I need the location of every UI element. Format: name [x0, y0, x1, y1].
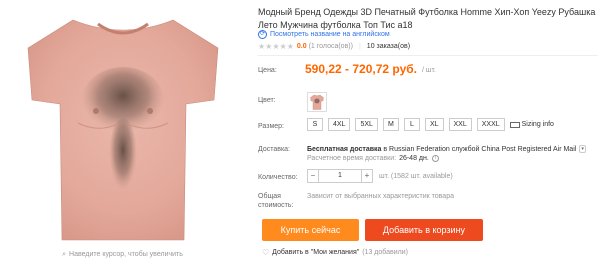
divider: [258, 55, 598, 56]
total-value: Зависит от выбранных характеристик товар…: [307, 193, 454, 200]
translate-title-link[interactable]: ⟳ Посмотреть название на английском: [258, 30, 390, 39]
rating-value: 0.0: [296, 43, 307, 50]
size-options: S 4XL 5XL M L XL XXL XXXL Sizing info: [307, 118, 554, 131]
product-image[interactable]: [18, 8, 228, 243]
size-label: Размер:: [258, 123, 285, 130]
total-label: Общая стоимость:: [258, 193, 294, 209]
product-details: Модный Бренд Одежды 3D Печатный Футболка…: [258, 6, 598, 32]
size-option-5xl[interactable]: 5XL: [355, 118, 378, 131]
shipping-method[interactable]: Бесплатная доставка в Russian Federation…: [307, 145, 586, 153]
delivery-estimate: Расчетное время доставки: 26-48 дн. i: [307, 155, 439, 162]
size-option-xxxl[interactable]: XXXL: [476, 118, 505, 131]
star-rating-icon: ★★★★★: [258, 42, 294, 51]
translate-icon: ⟳: [258, 30, 267, 39]
buy-now-button[interactable]: Купить сейчас: [262, 219, 359, 241]
size-option-xl[interactable]: XL: [424, 118, 444, 131]
quantity-input[interactable]: 1: [319, 169, 361, 183]
size-option-4xl[interactable]: 4XL: [328, 118, 351, 131]
add-to-cart-button[interactable]: Добавить в корзину: [365, 219, 483, 241]
sizing-info-link[interactable]: Sizing info: [509, 121, 554, 128]
shipping-country[interactable]: Russian Federation: [389, 146, 450, 153]
size-option-xxl[interactable]: XXL: [448, 118, 472, 131]
size-option-m[interactable]: M: [382, 118, 399, 131]
color-label: Цвет:: [258, 97, 276, 104]
price-label: Цена:: [258, 67, 277, 74]
tshirt-thumbnail-icon: [310, 94, 324, 110]
rating-votes[interactable]: (1 голоса(ов)): [309, 43, 353, 50]
wishlist-link[interactable]: ♡ Добавить в "Мои желания" (13 добавили): [262, 248, 408, 257]
color-swatch[interactable]: [307, 92, 327, 112]
shipping-label: Доставка:: [258, 146, 291, 153]
quantity-decrease-button[interactable]: −: [307, 169, 319, 183]
wishlist-count: (13 добавили): [362, 249, 408, 256]
size-option-s[interactable]: S: [307, 118, 323, 131]
size-option-l[interactable]: L: [403, 118, 420, 131]
product-title: Модный Бренд Одежды 3D Печатный Футболка…: [258, 7, 596, 30]
product-gallery: ⌕ Наведите курсор, чтобы увеличить: [0, 0, 245, 267]
quantity-label: Количество:: [258, 174, 298, 181]
zoom-hint: ⌕ Наведите курсор, чтобы увеличить: [62, 251, 183, 258]
heart-icon: ♡: [262, 248, 270, 257]
info-icon[interactable]: i: [431, 155, 439, 162]
price-unit: / шт.: [422, 67, 436, 74]
orders-count: 10 заказа(ов): [366, 43, 411, 50]
quantity-available: шт. (1582 шт. available): [379, 172, 453, 180]
price-value: 590,22 - 720,72 руб.: [305, 62, 417, 76]
divider: |: [358, 43, 361, 50]
search-icon: ⌕: [62, 251, 67, 258]
quantity-stepper: − 1 + шт. (1582 шт. available): [307, 169, 453, 183]
free-shipping: Бесплатная доставка: [307, 145, 382, 153]
rating-row: ★★★★★ 0.0 (1 голоса(ов)) | 10 заказа(ов): [258, 42, 410, 51]
quantity-increase-button[interactable]: +: [361, 169, 373, 183]
ruler-icon: [509, 121, 520, 128]
delivery-days: 26-48 дн.: [399, 155, 429, 162]
chevron-down-icon[interactable]: ▾: [579, 145, 586, 153]
